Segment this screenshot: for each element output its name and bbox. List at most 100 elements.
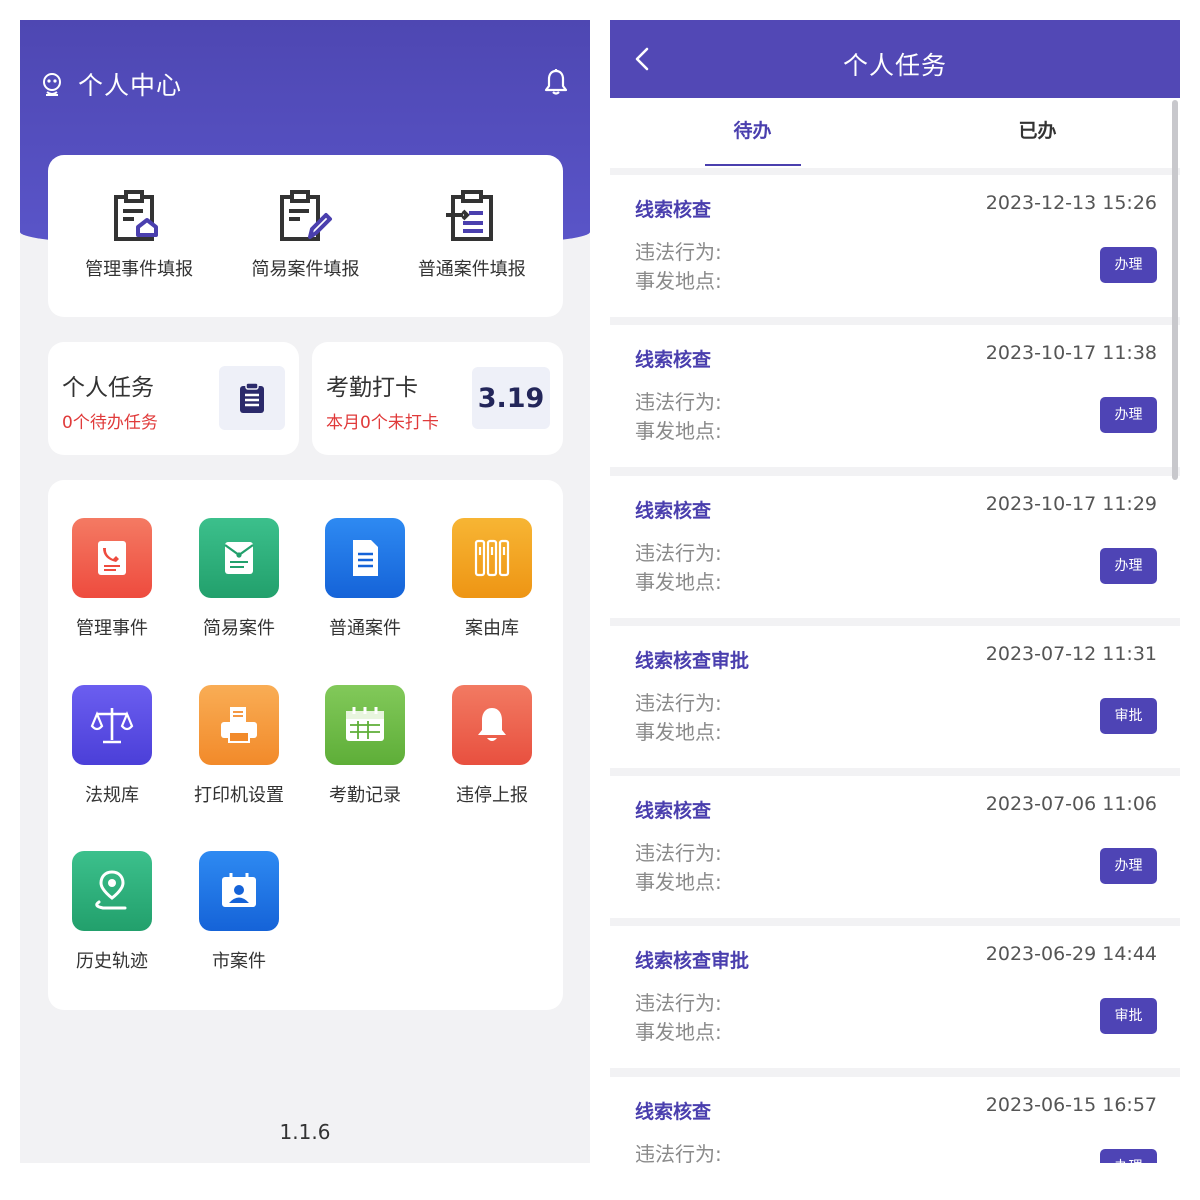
violation-label: 违法行为:	[635, 540, 722, 565]
scales-icon	[90, 708, 134, 744]
page-title: 个人中心	[78, 71, 183, 100]
location-label: 事发地点:	[635, 269, 722, 293]
clipboard-list-icon	[445, 190, 493, 241]
violation-label: 违法行为:	[635, 690, 722, 715]
task-title: 线索核查	[635, 199, 712, 221]
app-history-track[interactable]: 历史轨迹	[48, 851, 176, 973]
personal-task-card[interactable]: 个人任务 0个待办任务	[48, 342, 299, 455]
report-management-event[interactable]: 管理事件填报	[59, 155, 219, 317]
report-normal-case[interactable]: 普通案件填报	[392, 155, 552, 317]
task-action-button[interactable]: 办理	[1100, 247, 1157, 283]
envelope-document-icon	[224, 542, 254, 574]
tab-done[interactable]: 已办	[895, 98, 1180, 168]
app-icon-tile	[452, 518, 532, 598]
bell-icon[interactable]	[540, 66, 572, 98]
missed-clock-count: 本月0个未打卡	[326, 413, 439, 433]
task-title: 线索核查	[635, 349, 712, 372]
app-label: 打印机设置	[194, 785, 284, 806]
app-label: 案由库	[465, 618, 519, 639]
app-grid: 管理事件 简易案件 普通案件 案由库 法规库 打印机设置 考勤记录 违停上报 历…	[48, 480, 563, 1010]
personal-center-screen: 个人中心 管理事件填报 简易案件填报 普通案件填报 个人任务 0个待办任务 考勤…	[20, 20, 590, 1163]
app-icon-tile	[325, 518, 405, 598]
tab-pending[interactable]: 待办	[610, 98, 895, 168]
scrollbar[interactable]	[1172, 100, 1178, 480]
violation-label: 违法行为:	[635, 1141, 722, 1163]
personal-task-screen: 个人任务 待办 已办 线索核查 2023-12-13 15:26 违法行为: 事发地点…	[610, 20, 1180, 1163]
task-title: 线索核查审批	[635, 950, 750, 973]
task-list-item[interactable]: 线索核查 2023-07-06 11:06 违法行为: 事发地点: 办理	[610, 776, 1180, 919]
app-attendance-record[interactable]: 考勤记录	[301, 685, 429, 807]
app-printer-settings[interactable]: 打印机设置	[175, 685, 303, 807]
task-action-button[interactable]: 审批	[1100, 697, 1157, 734]
task-list-item[interactable]: 线索核查 2023-10-17 11:29 违法行为: 事发地点: 办理	[610, 475, 1180, 618]
app-label: 考勤记录	[329, 785, 401, 806]
task-list-item[interactable]: 线索核查 2023-12-13 15:26 违法行为: 事发地点: 办理	[610, 175, 1180, 317]
stat-title: 个人任务	[62, 375, 154, 401]
robot-avatar-icon	[43, 73, 61, 96]
task-time: 2023-10-17 11:29	[985, 492, 1157, 515]
app-case-library[interactable]: 案由库	[428, 518, 556, 640]
report-card: 管理事件填报 简易案件填报 普通案件填报	[48, 155, 563, 317]
task-list-item[interactable]: 线索核查审批 2023-07-12 11:31 违法行为: 事发地点: 审批	[610, 625, 1180, 768]
task-time: 2023-07-12 11:31	[985, 642, 1157, 665]
report-label: 管理事件填报	[85, 259, 194, 280]
task-action-button[interactable]: 审批	[1100, 998, 1157, 1035]
app-label: 违停上报	[456, 785, 528, 806]
task-action-button[interactable]: 办理	[1100, 547, 1157, 584]
app-city-case[interactable]: 市案件	[175, 851, 303, 973]
clipboard-pen-icon	[280, 190, 333, 241]
clipboard-icon	[240, 382, 264, 413]
attendance-date: 3.19	[477, 382, 545, 414]
task-list-item[interactable]: 线索核查审批 2023-06-29 14:44 违法行为: 事发地点: 审批	[610, 926, 1180, 1069]
task-list-item[interactable]: 线索核查2023-06-15 16:57违法行为:事发地点:办理	[610, 1076, 1180, 1163]
location-label: 事发地点:	[635, 1020, 722, 1045]
violation-label: 违法行为:	[635, 991, 722, 1016]
app-label: 市案件	[212, 951, 266, 972]
task-list-item[interactable]: 线索核查 2023-10-17 11:38 违法行为: 事发地点: 办理	[610, 325, 1180, 468]
location-label: 事发地点:	[635, 419, 722, 444]
app-label: 简易案件	[203, 618, 275, 639]
location-pin-icon	[95, 870, 127, 910]
app-management-event[interactable]: 管理事件	[48, 518, 176, 640]
pending-task-count: 0个待办任务	[62, 413, 158, 433]
printer-icon	[221, 707, 257, 743]
task-action-button[interactable]: 办理	[1100, 1148, 1157, 1163]
task-time: 2023-07-06 11:06	[985, 793, 1157, 816]
app-law-library[interactable]: 法规库	[48, 685, 176, 807]
app-illegal-parking-report[interactable]: 违停上报	[428, 685, 556, 807]
app-icon-tile	[72, 851, 152, 931]
task-title: 线索核查	[635, 499, 712, 522]
task-action-button[interactable]: 办理	[1100, 848, 1157, 885]
app-icon-tile	[452, 685, 532, 765]
app-icon-tile	[199, 518, 279, 598]
calendar-icon	[346, 707, 384, 741]
page-title: 个人任务	[842, 51, 947, 80]
task-time: 2023-06-15 16:57	[985, 1093, 1157, 1116]
task-time: 2023-10-17 11:38	[985, 342, 1157, 365]
app-icon-tile	[72, 518, 152, 598]
stat-title: 考勤打卡	[326, 375, 418, 401]
task-tabs: 待办 已办	[610, 98, 1180, 168]
task-action-button[interactable]: 办理	[1100, 397, 1157, 434]
header-title-row: 个人中心	[38, 66, 182, 102]
app-icon-tile	[72, 685, 152, 765]
location-label: 事发地点:	[635, 870, 722, 895]
app-icon-tile	[199, 685, 279, 765]
phone-document-icon	[98, 541, 126, 575]
app-label: 法规库	[85, 785, 139, 806]
app-icon-tile	[325, 685, 405, 765]
report-label: 简易案件填报	[251, 259, 360, 280]
app-label: 历史轨迹	[76, 951, 148, 972]
books-icon	[474, 539, 510, 577]
attendance-card[interactable]: 考勤打卡 本月0个未打卡 3.19	[312, 342, 563, 455]
app-label: 普通案件	[329, 618, 401, 639]
attendance-date-box: 3.19	[472, 367, 550, 429]
violation-label: 违法行为:	[635, 390, 722, 415]
violation-label: 违法行为:	[635, 240, 722, 264]
app-normal-case[interactable]: 普通案件	[301, 518, 429, 640]
task-icon-box	[219, 366, 285, 430]
location-label: 事发地点:	[635, 569, 722, 594]
header-bar: 个人任务	[610, 20, 1180, 98]
report-simple-case[interactable]: 简易案件填报	[225, 155, 385, 317]
app-simple-case[interactable]: 简易案件	[175, 518, 303, 640]
